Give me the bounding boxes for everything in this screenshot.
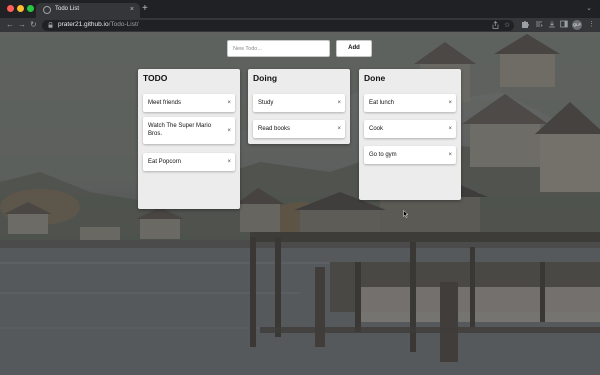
card-text: Study <box>258 100 274 106</box>
back-button[interactable]: ← <box>6 19 14 31</box>
url-host: prater21.github.io <box>58 21 109 28</box>
puzzle-icon[interactable] <box>521 20 529 28</box>
tab-close-icon[interactable]: × <box>130 5 134 14</box>
card-text: Eat lunch <box>369 100 395 106</box>
delete-icon[interactable]: × <box>337 125 341 133</box>
delete-icon[interactable]: × <box>448 125 452 133</box>
reading-list-icon[interactable] <box>535 20 543 28</box>
todo-card[interactable]: Watch The Super Mario Bros. × <box>143 117 235 144</box>
column-todo: TODO Meet friends × Watch The Super Mari… <box>138 69 240 209</box>
new-todo-input[interactable] <box>227 40 330 57</box>
card-text: Read books <box>258 126 291 132</box>
browser-menu-icon[interactable]: ⋮ <box>588 20 595 30</box>
card-text: Eat Popcorn <box>148 159 182 165</box>
card-text: Watch The Super Mario Bros. <box>148 123 212 137</box>
add-button[interactable]: Add <box>336 40 372 57</box>
browser-tab[interactable]: Todo List × <box>36 3 140 18</box>
delete-icon[interactable]: × <box>227 99 231 107</box>
todo-card[interactable]: Eat lunch × <box>364 94 456 112</box>
side-panel-icon[interactable] <box>560 20 568 28</box>
share-icon[interactable] <box>492 21 499 29</box>
lock-icon <box>48 22 53 28</box>
delete-icon[interactable]: × <box>448 99 452 107</box>
address-bar[interactable]: prater21.github.io/Todo-List/ ☆ <box>42 20 514 31</box>
column-title: TODO <box>143 73 168 83</box>
column-doing: Doing Study × Read books × <box>248 69 350 144</box>
profile-avatar[interactable]: QLF <box>572 20 582 30</box>
todo-card[interactable]: Cook × <box>364 120 456 138</box>
browser-toolbar: ← → ↻ prater21.github.io/Todo-List/ ☆ QL… <box>0 18 600 32</box>
mouse-cursor-icon <box>403 210 409 218</box>
tab-title: Todo List <box>55 6 80 12</box>
delete-icon[interactable]: × <box>337 99 341 107</box>
todo-card[interactable]: Go to gym × <box>364 146 456 164</box>
card-text: Cook <box>369 126 384 132</box>
download-icon[interactable] <box>548 20 556 28</box>
todo-card[interactable]: Study × <box>253 94 345 112</box>
url-text: prater21.github.io/Todo-List/ <box>58 21 139 28</box>
globe-icon <box>43 6 51 14</box>
column-title: Doing <box>253 73 278 83</box>
delete-icon[interactable]: × <box>227 127 231 135</box>
new-tab-button[interactable]: + <box>142 3 148 15</box>
card-text: Go to gym <box>369 152 397 158</box>
reload-button[interactable]: ↻ <box>30 19 37 31</box>
todo-card[interactable]: Meet friends × <box>143 94 235 112</box>
column-done: Done Eat lunch × Cook × Go to gym × <box>359 69 461 200</box>
todo-card[interactable]: Eat Popcorn × <box>143 153 235 171</box>
todo-app-page: Add TODO Meet friends × Watch The Super … <box>0 32 600 375</box>
bookmark-star-icon[interactable]: ☆ <box>504 21 510 30</box>
column-title: Done <box>364 73 386 83</box>
browser-tab-bar: Todo List × + ⌄ <box>0 0 600 18</box>
delete-icon[interactable]: × <box>448 151 452 159</box>
forward-button[interactable]: → <box>18 19 26 31</box>
tab-search-chevron-icon[interactable]: ⌄ <box>586 4 592 12</box>
close-window-button[interactable] <box>7 5 14 12</box>
url-path: /Todo-List/ <box>108 21 139 28</box>
card-text: Meet friends <box>148 100 182 106</box>
minimize-window-button[interactable] <box>17 5 24 12</box>
maximize-window-button[interactable] <box>27 5 34 12</box>
todo-card[interactable]: Read books × <box>253 120 345 138</box>
delete-icon[interactable]: × <box>227 158 231 166</box>
